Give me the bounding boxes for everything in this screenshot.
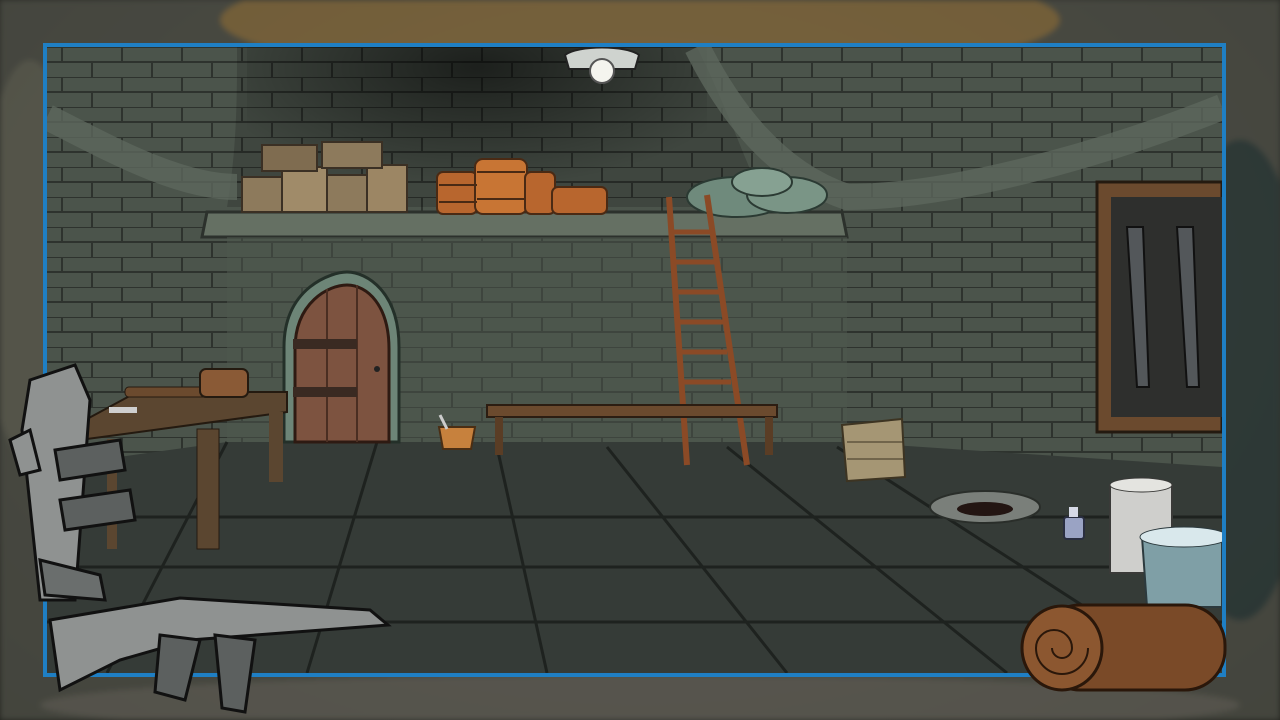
inventory-overlay (8, 363, 1227, 714)
rifle-horizontal-icon[interactable] (48, 596, 392, 714)
rifle-icon[interactable] (8, 363, 137, 602)
roll-icon[interactable] (1020, 603, 1227, 692)
